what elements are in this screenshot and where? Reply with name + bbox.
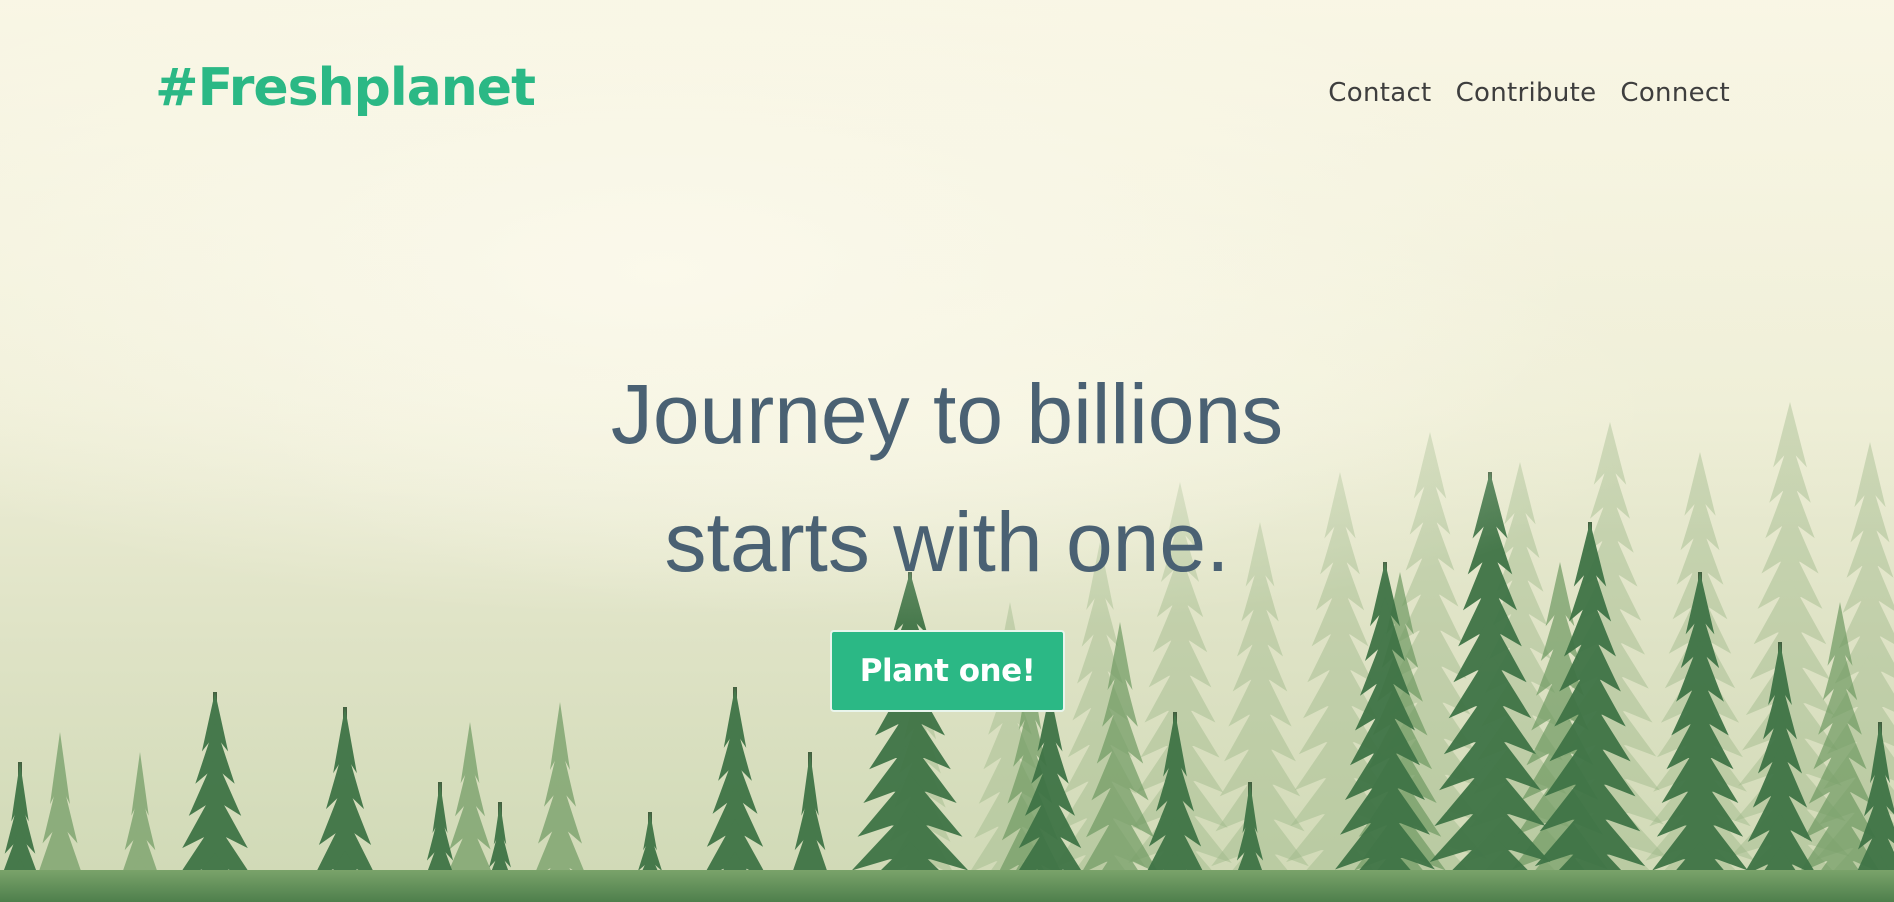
nav-link-connect[interactable]: Connect — [1620, 80, 1730, 106]
ground-strip — [0, 870, 1894, 902]
plant-one-button[interactable]: Plant one! — [830, 630, 1065, 712]
headline-line-2: starts with one. — [664, 495, 1230, 589]
nav-link-contribute[interactable]: Contribute — [1456, 80, 1597, 106]
nav-link-contact[interactable]: Contact — [1328, 80, 1431, 106]
tree-illustration — [848, 572, 972, 902]
site-logo[interactable]: #Freshplanet — [155, 62, 536, 114]
main-nav: Contact Contribute Connect — [1328, 80, 1730, 106]
hero-section: Journey to billions starts with one. — [0, 350, 1894, 606]
tree-illustration — [701, 687, 769, 902]
headline-line-1: Journey to billions — [610, 367, 1284, 461]
